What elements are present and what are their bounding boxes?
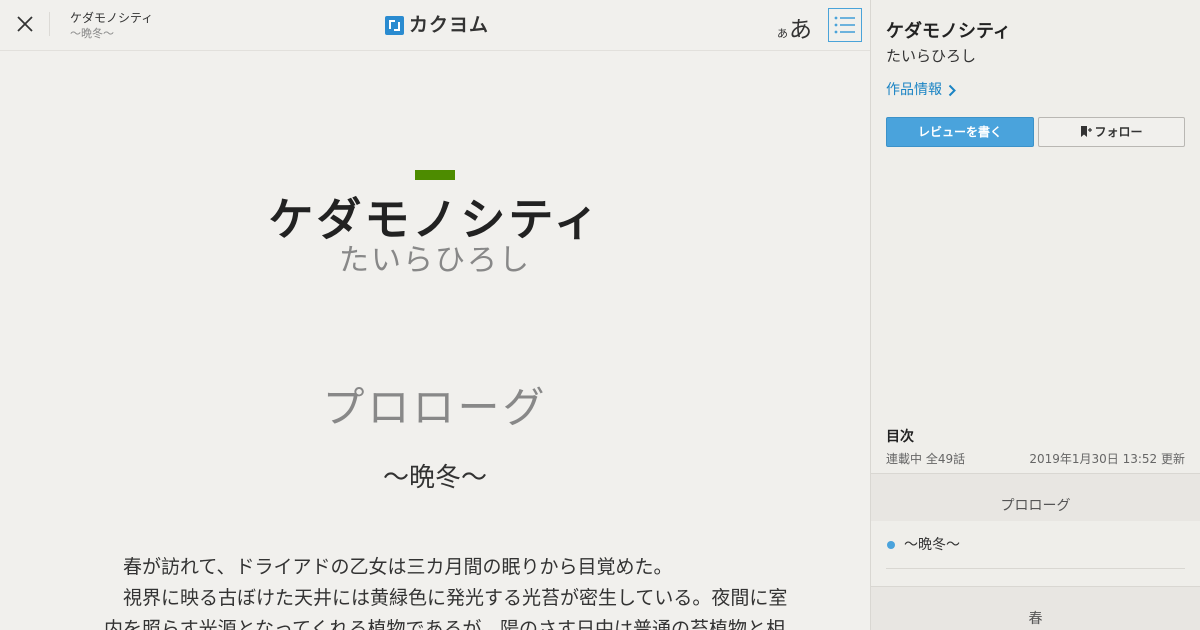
- work-author: たいらひろし: [339, 243, 531, 278]
- current-episode-dot: [887, 541, 895, 549]
- bookmark-plus-icon: [1081, 126, 1093, 137]
- write-review-button[interactable]: レビューを書く: [886, 117, 1034, 147]
- header-episode-title: ～晩冬～: [70, 27, 114, 40]
- kakuyomu-logo[interactable]: カクヨム: [385, 14, 489, 36]
- logo-text: カクヨム: [409, 14, 490, 36]
- last-updated: 2019年1月30日 13:52 更新: [1029, 452, 1185, 466]
- toc-heading: 目次: [886, 429, 914, 445]
- font-size-large-glyph: あ: [789, 17, 812, 43]
- toc-episode-divider: [886, 568, 1185, 569]
- body-paragraph: 視界に映る古ぼけた天井には黄緑色に発光する光苔が密生している。夜間に室: [104, 587, 788, 609]
- body-paragraph: 内を照らす光源となってくれる植物であるが、陽のさす日中は普通の苔植物と相: [104, 618, 785, 630]
- kakuyomu-logo-icon: [385, 15, 404, 35]
- title-accent-bar: [415, 170, 455, 180]
- sidebar-author[interactable]: たいらひろし: [886, 46, 976, 66]
- episode-title: ～晩冬～: [382, 463, 487, 493]
- reading-area: ケダモノシティ たいらひろし プロローグ ～晩冬～ 春が訪れて、ドライアドの乙女…: [0, 52, 870, 630]
- work-info-label: 作品情報: [886, 82, 942, 98]
- reader-header: ケダモノシティ ～晩冬～ カクヨム あ あ: [0, 0, 870, 51]
- follow-label: フォロー: [1094, 125, 1143, 139]
- close-button[interactable]: [12, 11, 38, 37]
- toc-episode-label: ～晩冬～: [904, 537, 960, 553]
- toc-sidebar: ケダモノシティ たいらひろし 作品情報 レビューを書く フォロー 目次 連載中 …: [870, 0, 1200, 630]
- font-size-button[interactable]: あ あ: [777, 10, 812, 43]
- toc-toggle-button[interactable]: [828, 8, 862, 42]
- sidebar-work-title[interactable]: ケダモノシティ: [886, 21, 1011, 43]
- close-icon: [17, 16, 33, 32]
- serial-status: 連載中 全49話: [886, 452, 966, 466]
- work-info-link[interactable]: 作品情報: [886, 80, 956, 100]
- header-work-title[interactable]: ケダモノシティ: [70, 11, 153, 25]
- toc-episode-item[interactable]: ～晩冬～: [871, 522, 1200, 568]
- episode-body: 春が訪れて、ドライアドの乙女は三カ月間の眠りから目覚めた。 視界に映る古ぼけた天…: [104, 552, 788, 630]
- header-divider: [49, 12, 50, 36]
- toc-list-icon: [834, 16, 855, 34]
- font-size-small-glyph: あ: [777, 27, 788, 40]
- follow-button[interactable]: フォロー: [1038, 117, 1185, 147]
- chapter-title: プロローグ: [322, 383, 548, 432]
- body-paragraph: 春が訪れて、ドライアドの乙女は三カ月間の眠りから目覚めた。: [104, 556, 673, 578]
- chevron-right-icon: [948, 84, 956, 96]
- toc-chapter-heading: 春: [871, 586, 1200, 630]
- toc-chapter-heading: プロローグ: [871, 474, 1200, 521]
